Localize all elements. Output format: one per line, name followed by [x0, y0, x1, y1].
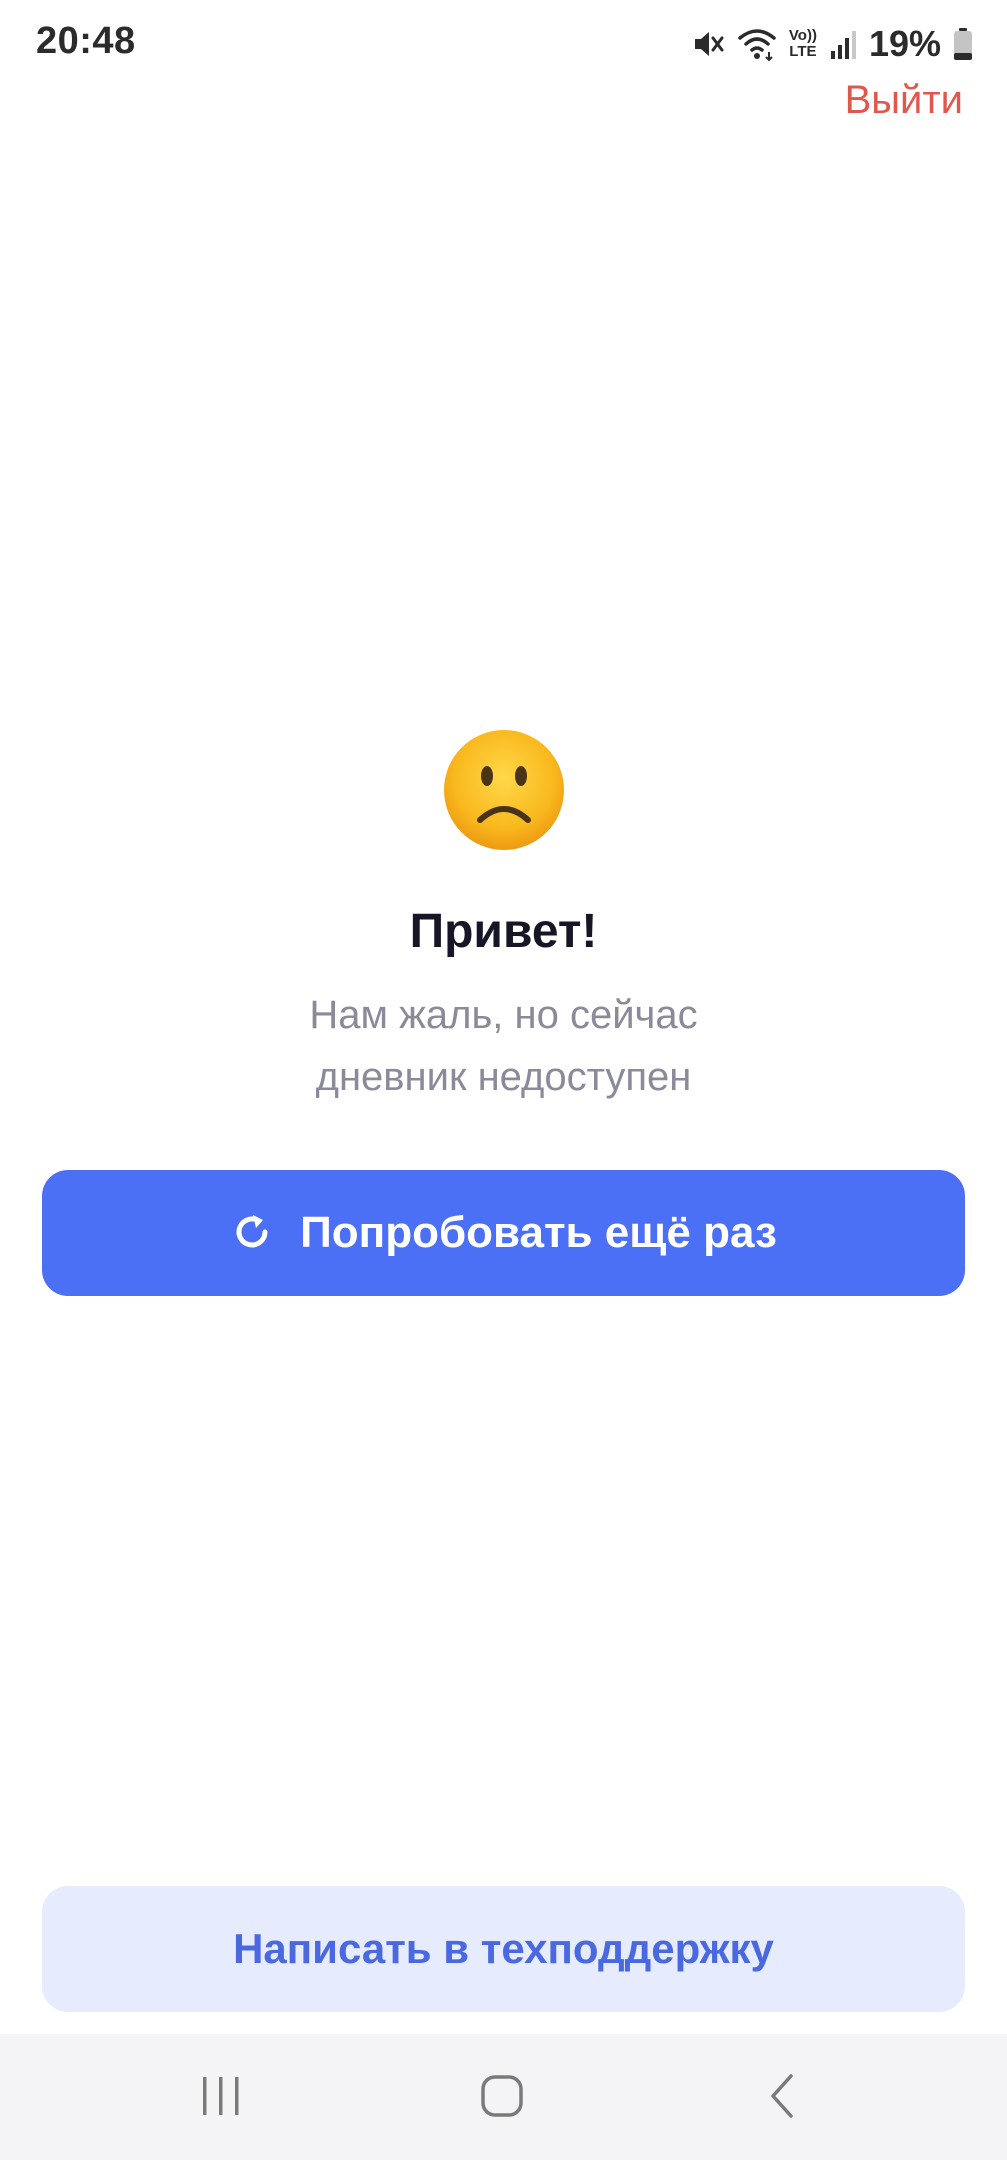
battery-percent: 19% — [868, 23, 941, 64]
screen: 20:48 Vo)) LTE 19% Выйти Привет! Нам жал… — [0, 0, 1007, 2160]
battery-icon — [953, 27, 973, 61]
navigation-bar — [0, 2034, 1007, 2160]
status-time: 20:48 — [36, 20, 136, 62]
support-button[interactable]: Написать в техподдержку — [42, 1886, 965, 2012]
sad-face-icon — [442, 728, 566, 852]
volte-text-top: Vo)) — [788, 27, 817, 44]
support-label: Написать в техподдержку — [233, 1925, 774, 1972]
message-line-2: дневник недоступен — [315, 1055, 692, 1099]
retry-label: Попробовать ещё раз — [300, 1208, 777, 1257]
home-icon[interactable] — [462, 2064, 542, 2128]
volte-text-bottom: LTE — [789, 43, 817, 60]
message-line-1: Нам жаль, но сейчас — [309, 993, 698, 1037]
wifi-icon — [737, 26, 777, 62]
logout-button[interactable]: Выйти — [845, 78, 963, 123]
signal-icon — [829, 27, 857, 61]
greeting-title: Привет! — [409, 905, 598, 958]
status-icons: Vo)) LTE 19% — [691, 22, 973, 66]
refresh-icon — [230, 1210, 274, 1257]
recents-icon[interactable] — [181, 2064, 261, 2128]
retry-button[interactable]: Попробовать ещё раз — [42, 1170, 965, 1296]
back-icon[interactable] — [744, 2064, 824, 2128]
volte-icon: Vo)) LTE — [789, 28, 817, 60]
status-bar: 20:48 Vo)) LTE 19% — [0, 0, 1007, 88]
mute-icon — [691, 27, 725, 61]
unavailable-message: Нам жаль, но сейчас дневник недоступен — [0, 984, 1007, 1108]
